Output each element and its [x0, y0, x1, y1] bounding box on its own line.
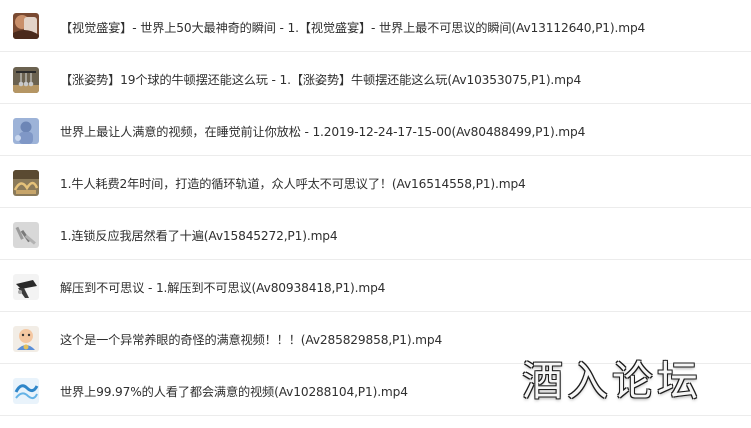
- file-name: 这个是一个异常养眼的奇怪的满意视频！！！(Av285829858,P1).mp4: [60, 333, 443, 347]
- file-name: 【视觉盛宴】- 世界上50大最神奇的瞬间 - 1.【视觉盛宴】- 世界上最不可思…: [60, 21, 646, 35]
- video-thumbnail-icon: [13, 274, 39, 300]
- file-name: 1.牛人耗费2年时间，打造的循环轨道，众人呼太不可思议了！(Av16514558…: [60, 177, 526, 191]
- file-row[interactable]: 解压到不可思议 - 1.解压到不可思议(Av80938418,P1).mp4: [0, 260, 751, 312]
- file-name: 1.连锁反应我居然看了十遍(Av15845272,P1).mp4: [60, 229, 338, 243]
- file-row[interactable]: 1.连锁反应我居然看了十遍(Av15845272,P1).mp4: [0, 208, 751, 260]
- video-thumbnail-icon: [13, 67, 39, 93]
- watermark-logo: 酒入论坛: [522, 357, 702, 405]
- file-row[interactable]: 世界上最让人满意的视频，在睡觉前让你放松 - 1.2019-12-24-17-1…: [0, 104, 751, 156]
- video-thumbnail-icon: [13, 326, 39, 352]
- video-thumbnail-icon: [13, 378, 39, 404]
- file-name: 世界上最让人满意的视频，在睡觉前让你放松 - 1.2019-12-24-17-1…: [60, 125, 586, 139]
- video-thumbnail-icon: [13, 222, 39, 248]
- video-thumbnail-icon: [13, 170, 39, 196]
- video-thumbnail-icon: [13, 118, 39, 144]
- file-name: 解压到不可思议 - 1.解压到不可思议(Av80938418,P1).mp4: [60, 281, 386, 295]
- file-row[interactable]: 【涨姿势】19个球的牛顿摆还能这么玩 - 1.【涨姿势】牛顿摆还能这么玩(Av1…: [0, 52, 751, 104]
- file-name: 世界上99.97%的人看了都会满意的视频(Av10288104,P1).mp4: [60, 385, 408, 399]
- file-row[interactable]: 1.牛人耗费2年时间，打造的循环轨道，众人呼太不可思议了！(Av16514558…: [0, 156, 751, 208]
- file-row[interactable]: 【视觉盛宴】- 世界上50大最神奇的瞬间 - 1.【视觉盛宴】- 世界上最不可思…: [0, 0, 751, 52]
- file-name: 【涨姿势】19个球的牛顿摆还能这么玩 - 1.【涨姿势】牛顿摆还能这么玩(Av1…: [60, 73, 582, 87]
- video-thumbnail-icon: [13, 13, 39, 39]
